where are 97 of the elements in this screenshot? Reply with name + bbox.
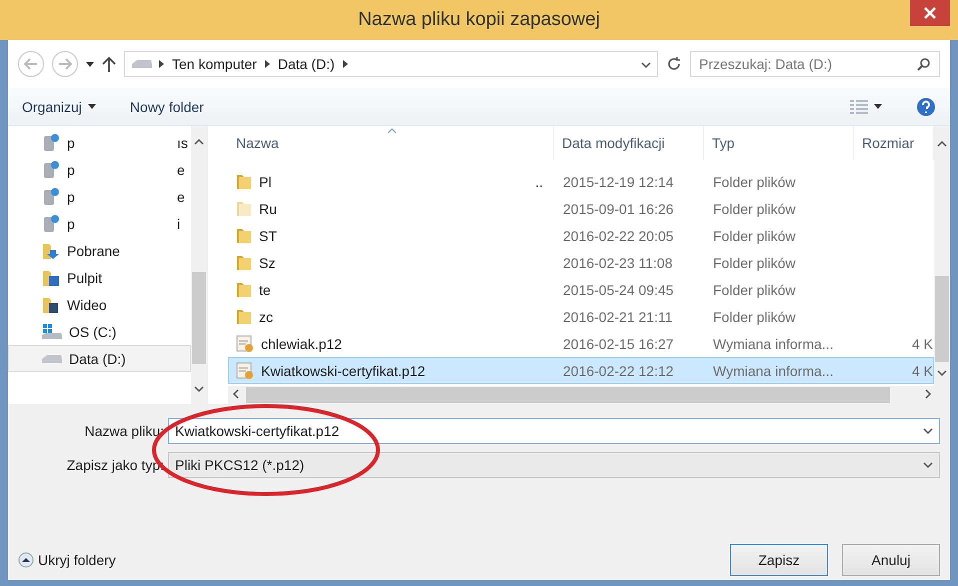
name-fragment: ..	[535, 174, 543, 190]
network-drive-icon	[41, 132, 61, 152]
chevron-icon	[923, 462, 933, 468]
folder-icon	[235, 172, 253, 190]
type-cell-text: Wymiana informa...	[712, 362, 834, 378]
hide-folders-button[interactable]: Ukryj foldery	[18, 552, 116, 568]
list-view-icon	[850, 100, 868, 114]
folder-icon	[235, 308, 253, 326]
size-cell-text: 4 K	[910, 336, 933, 352]
sidebar-item-fragment: e	[177, 188, 185, 204]
sidebar-item[interactable]: Pobrane	[8, 237, 191, 264]
horizontal-scrollbar[interactable]	[228, 386, 950, 404]
date-cell-text: 2016-02-21 21:11	[562, 308, 674, 324]
close-button[interactable]	[910, 0, 950, 26]
network-drive-icon	[41, 214, 61, 234]
sort-caret-icon	[388, 128, 396, 133]
type-cell-text: Folder plików	[712, 254, 796, 270]
sidebar-item[interactable]: Data (D:)	[8, 345, 191, 372]
new-folder-button[interactable]: Nowy folder	[130, 98, 204, 114]
date-cell-text: 2016-02-15 16:27	[562, 336, 675, 352]
arrow-icon	[264, 60, 270, 68]
file-row[interactable]: Kwiatkowski-certyfikat.p12 2016-02-22 12:12 Wymiana informa... 4 K	[228, 357, 934, 384]
address-bar[interactable]: Ten komputer Data (D:)	[124, 51, 658, 77]
field-label: Nazwa pliku:	[84, 423, 165, 439]
date-cell-text: 2016-02-22 20:05	[562, 228, 675, 244]
save-button[interactable]: Zapisz	[730, 544, 828, 576]
chevron-icon	[925, 389, 932, 399]
sidebar-scrollbar[interactable]	[191, 126, 207, 404]
filename-field[interactable]: Kwiatkowski-certyfikat.p12	[168, 418, 940, 444]
date-cell-text: 2015-12-19 12:14	[562, 174, 675, 190]
folder-icon	[235, 280, 253, 298]
right-arrow-icon	[58, 58, 72, 70]
sidebar-item[interactable]: p e	[8, 183, 191, 210]
breadcrumb[interactable]: Ten komputer	[170, 56, 259, 72]
help-icon[interactable]	[916, 96, 936, 116]
sidebar-item[interactable]: OS (C:)	[8, 318, 191, 345]
date-cell-text: 2015-05-24 09:45	[562, 282, 675, 298]
refresh-icon[interactable]	[666, 56, 682, 72]
arrow-icon	[159, 60, 164, 68]
folder-icon	[235, 226, 253, 244]
sidebar-item-fragment: ıs	[177, 134, 188, 150]
chevron-icon	[194, 138, 204, 145]
network-drive-icon	[41, 160, 61, 180]
type-cell-text: Folder plików	[712, 228, 796, 244]
sidebar-item[interactable]: Pulpit	[8, 264, 191, 291]
certificate-icon	[235, 334, 255, 354]
arrow-icon	[342, 60, 348, 68]
window-title: Nazwa pliku kopii zapasowej	[358, 9, 600, 31]
type-cell-text: Wymiana informa...	[712, 336, 834, 352]
date-cell-text: 2016-02-23 11:08	[562, 254, 674, 270]
search-field[interactable]: Przeszukaj: Data (D:)	[690, 51, 940, 77]
network-drive-icon	[41, 186, 61, 206]
file-row[interactable]: Ru 2015-09-01 16:26 Folder plików	[228, 195, 934, 222]
view-options-button[interactable]	[850, 100, 882, 114]
list-scrollbar[interactable]	[934, 126, 950, 386]
folder-icon	[235, 254, 253, 272]
certificate-icon	[235, 360, 255, 380]
sidebar-item[interactable]: Wideo	[8, 291, 191, 318]
chevron-icon	[937, 140, 947, 147]
caret-icon	[88, 104, 96, 109]
type-cell-text: Folder plików	[712, 174, 796, 190]
type-cell-text: Folder plików	[712, 200, 796, 216]
caret-icon	[874, 104, 882, 109]
sidebar-item[interactable]: p e	[8, 156, 191, 183]
sidebar-item[interactable]: p i	[8, 210, 191, 237]
cancel-button[interactable]: Anuluj	[842, 544, 940, 576]
search-icon	[917, 57, 931, 71]
file-row[interactable]: ST 2016-02-22 20:05 Folder plików	[228, 222, 934, 249]
chevron-icon	[641, 62, 651, 69]
chevron-icon	[232, 389, 239, 399]
date-cell-text: 2015-09-01 16:26	[562, 200, 675, 216]
date-cell-text: 2016-02-22 12:12	[562, 362, 675, 378]
file-row[interactable]: Sz 2016-02-23 11:08 Folder plików	[228, 249, 934, 276]
folder-icon	[235, 200, 253, 218]
caret-icon	[86, 62, 94, 66]
up-arrow-icon[interactable]	[102, 56, 116, 72]
left-arrow-icon	[24, 58, 38, 70]
organize-menu[interactable]: Organizuj	[22, 98, 96, 114]
type-cell-text: Folder plików	[712, 282, 796, 298]
system-drive-icon	[41, 322, 63, 340]
close-icon	[924, 7, 936, 19]
drive-icon	[131, 57, 153, 71]
file-row[interactable]: zc 2016-02-21 21:11 Folder plików	[228, 303, 934, 330]
file-row[interactable]: te 2015-05-24 09:45 Folder plików	[228, 276, 934, 303]
chevron-icon	[937, 370, 947, 377]
type-cell-text: Folder plików	[712, 308, 796, 324]
chevron-icon	[923, 428, 933, 434]
size-cell-text: 4 K	[910, 362, 933, 378]
file-row[interactable]: Pl .. 2015-12-19 12:14 Folder plików	[228, 168, 934, 195]
sidebar-item-fragment: e	[177, 162, 185, 178]
chevron-icon	[194, 386, 204, 393]
breadcrumb[interactable]: Data (D:)	[276, 56, 337, 72]
file-type-dropdown[interactable]: Pliki PKCS12 (*.p12)	[168, 452, 940, 478]
sidebar-item[interactable]: p ıs	[8, 129, 191, 156]
file-row[interactable]: chlewiak.p12 2016-02-15 16:27 Wymiana informa... 4 K	[228, 330, 934, 357]
sidebar-item-fragment: i	[177, 216, 180, 232]
collapse-icon	[18, 552, 34, 568]
